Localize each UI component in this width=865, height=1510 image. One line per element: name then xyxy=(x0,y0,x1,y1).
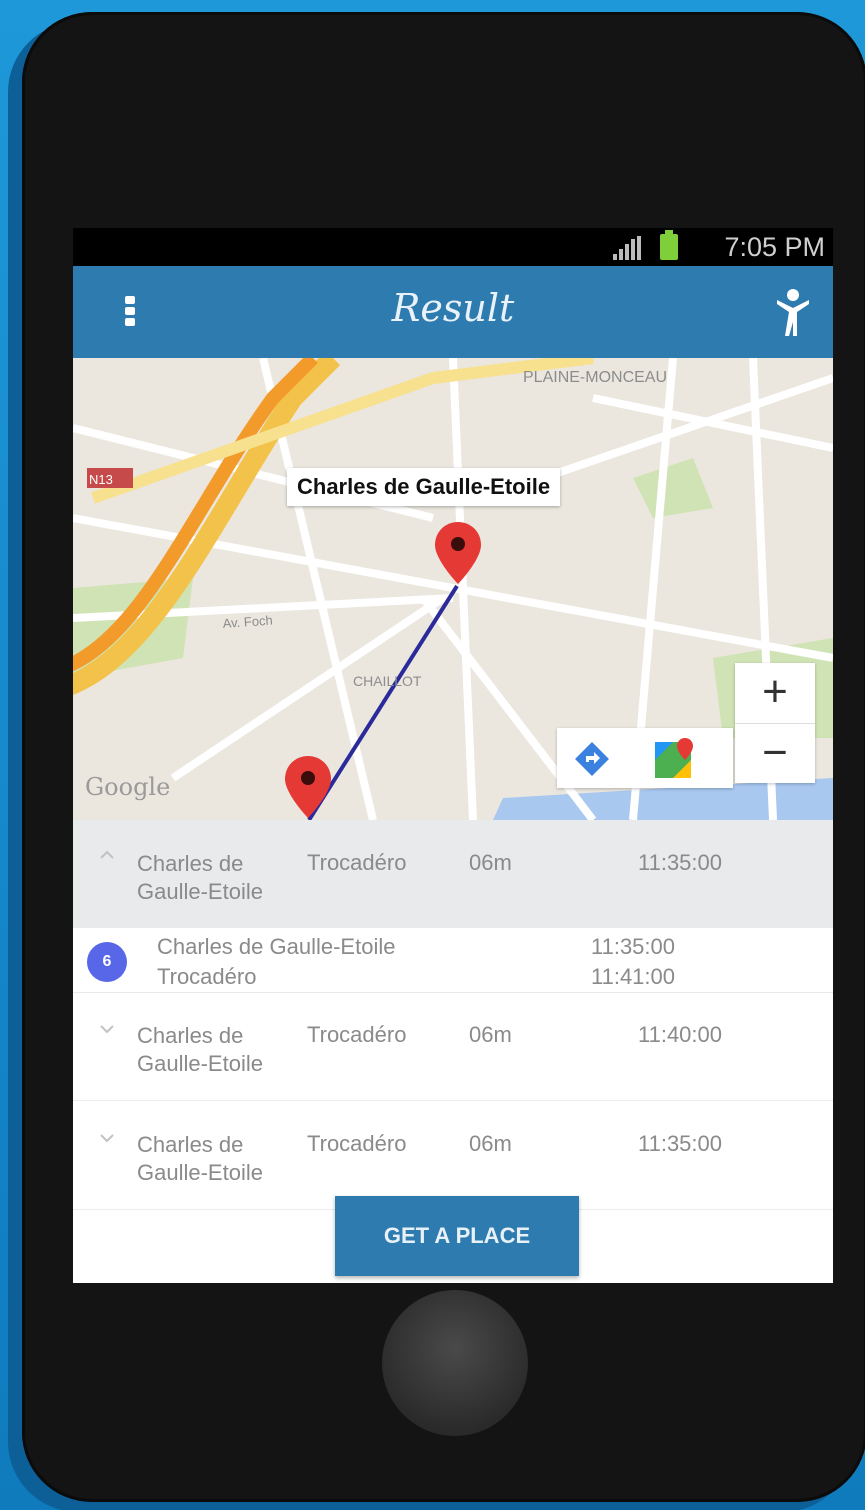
origin-station: Charles de Gaulle-Etoile xyxy=(137,1132,263,1185)
chevron-down-icon xyxy=(100,1134,114,1143)
directions-icon[interactable] xyxy=(575,742,609,776)
list-item[interactable]: Charles de Gaulle-Etoile Trocadéro 06m 1… xyxy=(73,992,833,1101)
trip-duration: 06m xyxy=(469,1131,512,1156)
zoom-controls: + − xyxy=(735,663,815,783)
destination-station: Trocadéro xyxy=(307,1022,407,1047)
station-label: Charles de Gaulle-Etoile xyxy=(287,468,561,506)
line-badge: 6 xyxy=(87,942,127,982)
street-label: N13 xyxy=(89,472,113,487)
chevron-down-icon xyxy=(100,1025,114,1034)
map-pin-icon[interactable] xyxy=(433,520,483,586)
destination-station: Trocadéro xyxy=(307,1131,407,1156)
destination-station: Trocadéro xyxy=(157,964,257,989)
zoom-out-button[interactable]: − xyxy=(735,723,815,784)
list-item[interactable]: Charles de Gaulle-Etoile Trocadéro 06m 1… xyxy=(73,820,833,929)
app-screen: 7:05 PM Result PLAINE-MONCEAU N13 Av. Fo… xyxy=(73,228,833,1283)
map-toolbar xyxy=(557,728,733,788)
departure-time: 11:40:00 xyxy=(638,1022,723,1047)
list-item[interactable]: Charles de Gaulle-Etoile Trocadéro 06m 1… xyxy=(73,1101,833,1210)
google-maps-app-icon[interactable] xyxy=(655,738,697,778)
signal-icon xyxy=(613,236,641,260)
get-a-place-button[interactable]: GET A PLACE xyxy=(335,1196,579,1276)
trip-duration: 06m xyxy=(469,850,512,875)
home-button[interactable] xyxy=(382,1290,528,1436)
origin-station: Charles de Gaulle-Etoile xyxy=(137,1023,263,1076)
street-label: CHAILLOT xyxy=(353,673,422,689)
person-icon[interactable] xyxy=(775,288,811,338)
departure-time: 11:35:00 xyxy=(638,1131,723,1156)
destination-station: Trocadéro xyxy=(307,850,407,875)
origin-station: Charles de Gaulle-Etoile xyxy=(157,934,396,959)
map-view[interactable]: PLAINE-MONCEAU N13 Av. Foch CHAILLOT Charle… xyxy=(73,358,833,820)
chevron-down-icon xyxy=(100,850,114,859)
map-pin-icon[interactable] xyxy=(283,754,333,820)
zoom-in-button[interactable]: + xyxy=(735,663,815,723)
departure-time: 11:35:00 xyxy=(638,850,723,875)
origin-station: Charles de Gaulle-Etoile xyxy=(137,851,263,904)
departure-time: 11:35:00 xyxy=(591,934,676,959)
trip-duration: 06m xyxy=(469,1022,512,1047)
app-bar: Result xyxy=(73,266,833,358)
page-title: Result xyxy=(391,286,515,330)
google-attribution: Google xyxy=(85,773,171,801)
status-time: 7:05 PM xyxy=(724,232,825,262)
street-label: PLAINE-MONCEAU xyxy=(523,369,667,386)
status-bar: 7:05 PM xyxy=(73,228,833,266)
list-item-detail[interactable]: 6 Charles de Gaulle-Etoile Trocadéro 11:… xyxy=(73,928,833,993)
arrival-time: 11:41:00 xyxy=(591,964,676,989)
battery-icon xyxy=(660,230,678,260)
